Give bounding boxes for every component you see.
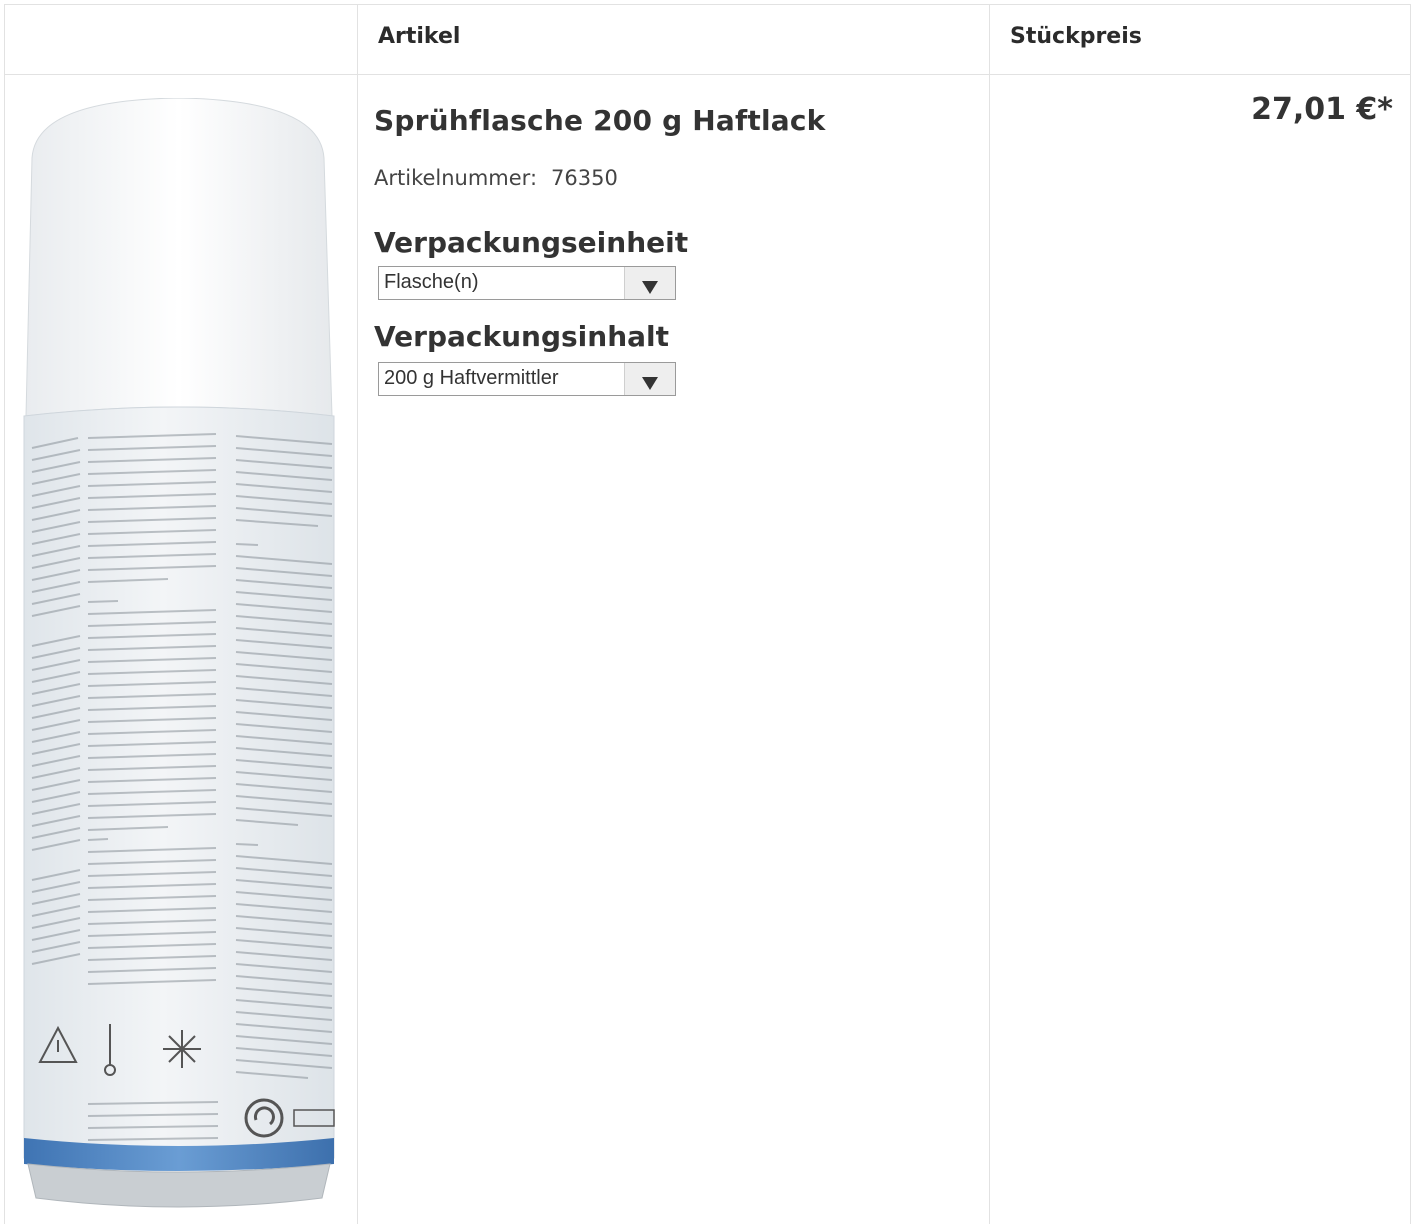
packaging-unit-selected-value: Flasche(n) [384,271,479,293]
product-title[interactable]: Sprühflasche 200 g Haftlack [374,104,826,137]
header-divider [5,74,1410,75]
column-header-unit-price: Stückpreis [1010,24,1142,49]
column-header-article: Artikel [378,24,461,49]
product-image[interactable] [18,98,338,1214]
article-number-label: Artikelnummer: [374,166,538,190]
packaging-content-selected-value: 200 g Haftvermittler [384,367,559,389]
unit-price: 27,01 €* [1251,92,1393,127]
packaging-content-select[interactable]: 200 g Haftvermittler [378,362,676,396]
packaging-content-dropdown-button[interactable] [624,363,675,395]
packaging-unit-dropdown-button[interactable] [624,267,675,299]
column-divider [357,5,358,1224]
column-divider [989,5,990,1224]
packaging-unit-select[interactable]: Flasche(n) [378,266,676,300]
packaging-unit-heading: Verpackungseinheit [374,226,689,259]
article-number-value: 76350 [551,166,618,190]
article-number: Artikelnummer: 76350 [374,166,618,190]
chevron-down-icon [642,377,658,390]
chevron-down-icon [642,281,658,294]
packaging-content-heading: Verpackungsinhalt [374,320,670,353]
